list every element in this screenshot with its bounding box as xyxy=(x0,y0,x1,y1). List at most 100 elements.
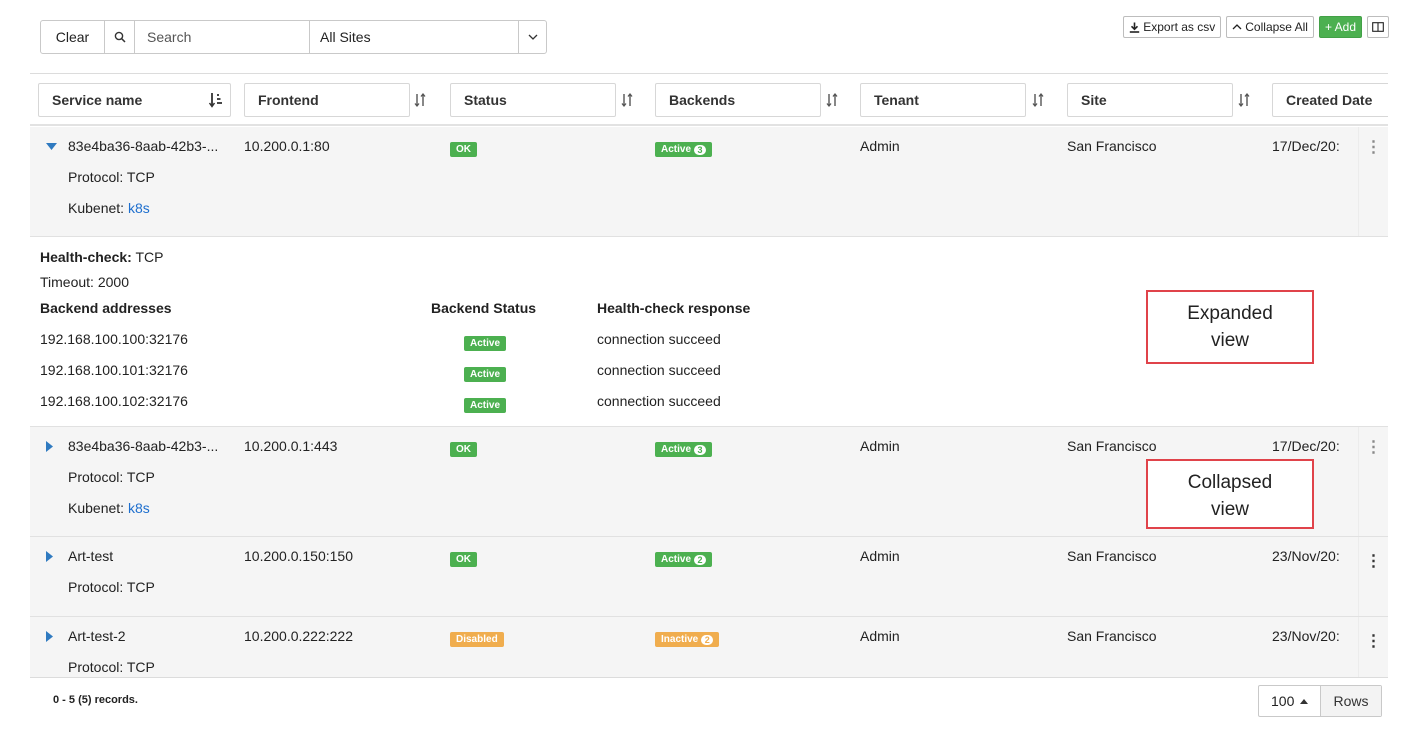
healthcheck-value: TCP xyxy=(131,249,164,265)
kubenet-link[interactable]: k8s xyxy=(128,500,150,516)
filter-toolbar: Clear All Sites xyxy=(40,20,547,54)
collapse-all-label: Collapse All xyxy=(1245,20,1308,34)
column-header-tenant[interactable]: Tenant xyxy=(860,83,1026,117)
tenant-value: Admin xyxy=(860,138,900,154)
add-button[interactable]: + Add xyxy=(1318,16,1362,38)
rows-per-page-number: 100 xyxy=(1271,693,1295,709)
columns-icon xyxy=(1372,22,1384,32)
tenant-value: Admin xyxy=(860,548,900,564)
sort-asc-icon[interactable] xyxy=(208,90,224,110)
sort-icon[interactable] xyxy=(1236,90,1252,110)
service-name[interactable]: 83e4ba36-8aab-42b3-... xyxy=(68,438,218,454)
protocol-value: Protocol: TCP xyxy=(68,169,155,185)
rows-label: Rows xyxy=(1321,686,1381,716)
caret-right-icon[interactable] xyxy=(46,441,54,452)
site-select[interactable]: All Sites xyxy=(309,21,518,53)
caret-right-icon[interactable] xyxy=(46,631,54,642)
chevron-down-icon[interactable] xyxy=(518,21,546,53)
backends-badge: Active 2 xyxy=(655,552,713,567)
chevron-up-icon xyxy=(1232,24,1242,30)
caret-right-icon[interactable] xyxy=(46,551,54,562)
service-name[interactable]: 83e4ba36-8aab-42b3-... xyxy=(68,138,218,154)
kubenet-value: Kubenet: k8s xyxy=(68,200,150,216)
caret-down-icon[interactable] xyxy=(46,143,57,151)
columns-toggle-button[interactable] xyxy=(1367,16,1389,38)
protocol-value: Protocol: TCP xyxy=(68,659,155,675)
backends-badge: Inactive 2 xyxy=(655,632,720,647)
expanded-callout-line2: view xyxy=(1210,330,1249,351)
frontend-value: 10.200.0.1:80 xyxy=(244,138,330,154)
frontend-value: 10.200.0.1:443 xyxy=(244,438,338,454)
site-value: San Francisco xyxy=(1067,548,1157,564)
table-row[interactable]: Art-test 10.200.0.150:150 OK Active 2 Adm… xyxy=(30,537,1388,617)
protocol-value: Protocol: TCP xyxy=(68,579,155,595)
backends-count: 2 xyxy=(701,634,714,645)
service-name[interactable]: Art-test-2 xyxy=(68,628,126,644)
services-grid: Service name Frontend Status Backends Te… xyxy=(30,73,1388,720)
search-input[interactable] xyxy=(135,21,309,53)
export-csv-label: Export as csv xyxy=(1143,20,1216,34)
expanded-callout-line1: Expanded xyxy=(1187,303,1273,324)
site-value: San Francisco xyxy=(1067,138,1157,154)
service-name[interactable]: Art-test xyxy=(68,548,113,564)
column-header-backends[interactable]: Backends xyxy=(655,83,821,117)
more-vertical-icon[interactable]: ⋮ xyxy=(1366,140,1382,156)
clear-button[interactable]: Clear xyxy=(41,21,105,53)
healthcheck-response: connection succeed xyxy=(597,331,721,347)
healthcheck-response: connection succeed xyxy=(597,393,721,409)
column-header-created-date[interactable]: Created Date xyxy=(1272,83,1388,117)
tenant-value: Admin xyxy=(860,438,900,454)
created-date-value: 17/Dec/20: xyxy=(1272,138,1340,154)
backend-status-badge: Active xyxy=(464,367,507,382)
sort-icon[interactable] xyxy=(1030,90,1046,110)
column-header-frontend[interactable]: Frontend xyxy=(244,83,410,117)
backend-status-badge: Active xyxy=(464,398,507,413)
collapsed-callout-line1: Collapsed xyxy=(1187,472,1273,493)
healthcheck-label: Health-check: xyxy=(40,249,132,265)
row-actions-column: ⋮ xyxy=(1358,617,1388,686)
more-vertical-icon[interactable]: ⋮ xyxy=(1366,634,1382,650)
sort-icon[interactable] xyxy=(619,90,635,110)
collapsed-view-callout: Collapsed view xyxy=(1146,459,1314,529)
timeout-value: Timeout: 2000 xyxy=(40,274,129,290)
backends-badge-label: Active xyxy=(661,144,692,155)
frontend-value: 10.200.0.222:222 xyxy=(244,628,353,644)
more-vertical-icon[interactable]: ⋮ xyxy=(1366,554,1382,570)
search-icon[interactable] xyxy=(105,21,135,53)
kubenet-link[interactable]: k8s xyxy=(128,200,150,216)
grid-header: Service name Frontend Status Backends Te… xyxy=(30,74,1388,126)
sort-icon[interactable] xyxy=(412,90,428,110)
status-badge: Disabled xyxy=(450,632,504,647)
site-value: San Francisco xyxy=(1067,438,1157,454)
backend-status-cell: Active xyxy=(464,333,507,351)
created-date-value: 17/Dec/20: xyxy=(1272,438,1340,454)
backend-address: 192.168.100.100:32176 xyxy=(40,331,188,347)
download-icon xyxy=(1130,22,1140,33)
backends-badge-label: Inactive xyxy=(661,634,699,645)
backend-status-cell: Active xyxy=(464,364,507,382)
backend-address: 192.168.100.102:32176 xyxy=(40,393,188,409)
caret-up-icon xyxy=(1300,698,1309,704)
healthcheck-line: Health-check: TCP xyxy=(40,249,163,265)
table-row[interactable]: 83e4ba36-8aab-42b3-... 10.200.0.1:80 OK … xyxy=(30,127,1388,237)
column-header-status[interactable]: Status xyxy=(450,83,616,117)
sort-icon[interactable] xyxy=(824,90,840,110)
collapse-all-button[interactable]: Collapse All xyxy=(1226,16,1314,38)
rows-per-page-value[interactable]: 100 xyxy=(1259,686,1321,716)
export-csv-button[interactable]: Export as csv xyxy=(1123,16,1222,38)
backends-badge-label: Active xyxy=(661,444,692,455)
healthcheck-response-header: Health-check response xyxy=(597,300,751,316)
row-actions-column: ⋮ xyxy=(1358,427,1388,536)
more-vertical-icon[interactable]: ⋮ xyxy=(1366,440,1382,456)
rows-per-page-select[interactable]: 100 Rows xyxy=(1258,685,1382,717)
grid-actions: Export as csv Collapse All + Add xyxy=(1123,16,1389,38)
created-date-value: 23/Nov/20: xyxy=(1272,548,1340,564)
column-header-site[interactable]: Site xyxy=(1067,83,1233,117)
backends-count: 3 xyxy=(694,444,707,455)
healthcheck-response: connection succeed xyxy=(597,362,721,378)
protocol-value: Protocol: TCP xyxy=(68,469,155,485)
backend-addresses-header: Backend addresses xyxy=(40,300,172,316)
row-actions-column: ⋮ xyxy=(1358,127,1388,236)
column-header-service-name[interactable]: Service name xyxy=(38,83,231,117)
created-date-value: 23/Nov/20: xyxy=(1272,628,1340,644)
